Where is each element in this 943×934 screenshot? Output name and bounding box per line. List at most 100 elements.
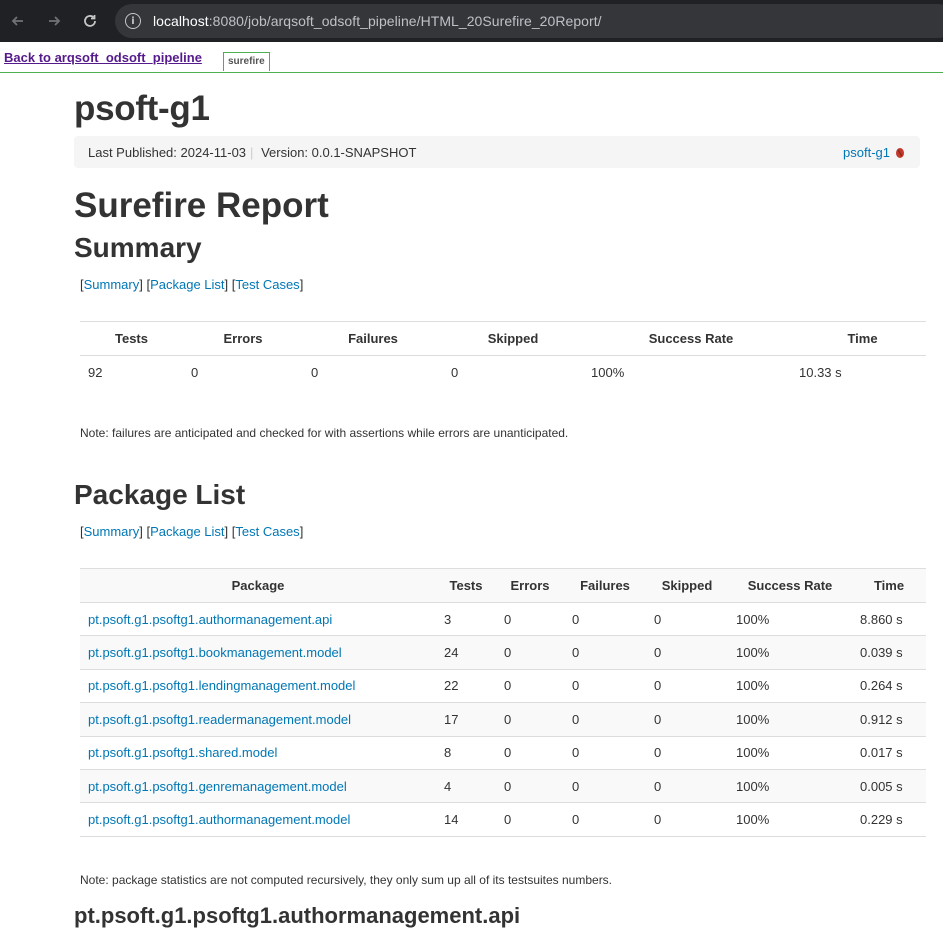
- failures-cell: 0: [564, 802, 646, 837]
- summary-success-rate-value: 100%: [591, 364, 625, 380]
- anchor-test-cases-link[interactable]: Test Cases: [235, 524, 299, 539]
- package-link[interactable]: pt.psoft.g1.psoftg1.authormanagement.api: [88, 612, 332, 627]
- maven-feather-icon: [896, 147, 904, 158]
- summary-col-time: Time: [799, 321, 926, 356]
- package-link[interactable]: pt.psoft.g1.psoftg1.readermanagement.mod…: [88, 712, 351, 727]
- anchor-summary-link[interactable]: Summary: [84, 277, 140, 292]
- browser-toolbar: i localhost:8080/job/arqsoft_odsoft_pipe…: [0, 0, 943, 42]
- skipped-cell: 0: [646, 769, 728, 804]
- success-rate-cell: 100%: [728, 702, 852, 737]
- url-text[interactable]: localhost:8080/job/arqsoft_odsoft_pipeli…: [153, 13, 602, 29]
- summary-skipped-value: 0: [451, 364, 459, 380]
- package-name-cell: pt.psoft.g1.psoftg1.bookmanagement.model: [80, 635, 436, 670]
- back-to-pipeline-link[interactable]: Back to arqsoft_odsoft_pipeline: [4, 50, 202, 65]
- summary-anchor-links: [Summary] [Package List] [Test Cases]: [80, 277, 304, 292]
- url-host: localhost: [153, 13, 209, 29]
- reload-button[interactable]: [72, 0, 108, 42]
- package-col-tests: Tests: [436, 568, 496, 603]
- skipped-cell: 0: [646, 635, 728, 670]
- publish-info-bar: Last Published: 2024-11-03 | Version: 0.0…: [74, 136, 920, 168]
- last-published: Last Published: 2024-11-03: [88, 145, 247, 160]
- forward-arrow-icon: [49, 16, 61, 26]
- tests-cell: 8: [436, 736, 496, 770]
- failures-note: Note: failures are anticipated and check…: [80, 426, 569, 440]
- address-bar[interactable]: i localhost:8080/job/arqsoft_odsoft_pipe…: [115, 4, 943, 38]
- success-rate-cell: 100%: [728, 602, 852, 637]
- skipped-cell: 0: [646, 669, 728, 704]
- package-table: Package Tests Errors Failures Skipped Su…: [80, 568, 926, 837]
- package-col-failures: Failures: [564, 568, 646, 603]
- package-name-cell: pt.psoft.g1.psoftg1.authormanagement.api: [80, 602, 436, 637]
- table-row: pt.psoft.g1.psoftg1.authormanagement.mod…: [80, 802, 926, 837]
- table-row: pt.psoft.g1.psoftg1.readermanagement.mod…: [80, 702, 926, 737]
- separator: |: [250, 145, 254, 160]
- errors-cell: 0: [496, 669, 564, 704]
- package-name-cell: pt.psoft.g1.psoftg1.readermanagement.mod…: [80, 702, 436, 737]
- package-link[interactable]: pt.psoft.g1.psoftg1.bookmanagement.model: [88, 645, 342, 660]
- tests-cell: 14: [436, 802, 496, 837]
- failures-cell: 0: [564, 669, 646, 704]
- summary-tests-value: 92: [88, 364, 103, 380]
- success-rate-cell: 100%: [728, 769, 852, 804]
- success-rate-cell: 100%: [728, 669, 852, 704]
- skipped-cell: 0: [646, 736, 728, 770]
- back-arrow-icon: [11, 16, 23, 26]
- errors-cell: 0: [496, 702, 564, 737]
- package-link[interactable]: pt.psoft.g1.psoftg1.authormanagement.mod…: [88, 812, 350, 827]
- tests-cell: 24: [436, 635, 496, 670]
- table-row: pt.psoft.g1.psoftg1.genremanagement.mode…: [80, 769, 926, 804]
- package-link[interactable]: pt.psoft.g1.psoftg1.genremanagement.mode…: [88, 779, 347, 794]
- project-link[interactable]: psoft-g1: [843, 145, 890, 160]
- back-button[interactable]: [0, 0, 36, 42]
- failures-cell: 0: [564, 769, 646, 804]
- time-cell: 0.264 s: [852, 669, 926, 704]
- package-link[interactable]: pt.psoft.g1.psoftg1.shared.model: [88, 745, 277, 760]
- time-cell: 0.229 s: [852, 802, 926, 837]
- package-col-time: Time: [852, 568, 926, 603]
- version-info: Version: 0.0.1-SNAPSHOT: [261, 145, 417, 160]
- package-name-cell: pt.psoft.g1.psoftg1.shared.model: [80, 736, 436, 770]
- publish-info: Last Published: 2024-11-03 | Version: 0.0…: [88, 145, 416, 160]
- forward-button[interactable]: [36, 0, 72, 42]
- package-col-errors: Errors: [496, 568, 564, 603]
- package-col-success-rate: Success Rate: [728, 568, 852, 603]
- project-title: psoft-g1: [74, 89, 210, 128]
- tests-cell: 22: [436, 669, 496, 704]
- skipped-cell: 0: [646, 802, 728, 837]
- skipped-cell: 0: [646, 702, 728, 737]
- package-name-cell: pt.psoft.g1.psoftg1.lendingmanagement.mo…: [80, 669, 436, 704]
- package-header-row: Package Tests Errors Failures Skipped Su…: [80, 568, 926, 603]
- summary-data-row: 92 0 0 0 100% 10.33 s: [80, 356, 926, 389]
- jenkins-report-header: Back to arqsoft_odsoft_pipeline surefire: [0, 42, 943, 73]
- tab-surefire[interactable]: surefire: [223, 52, 270, 71]
- failures-cell: 0: [564, 702, 646, 737]
- anchor-package-list-link[interactable]: Package List: [150, 524, 224, 539]
- success-rate-cell: 100%: [728, 802, 852, 837]
- table-row: pt.psoft.g1.psoftg1.shared.model 8 0 0 0…: [80, 736, 926, 770]
- package-section-heading: pt.psoft.g1.psoftg1.authormanagement.api: [74, 903, 521, 928]
- table-row: pt.psoft.g1.psoftg1.bookmanagement.model…: [80, 635, 926, 670]
- time-cell: 8.860 s: [852, 602, 926, 637]
- failures-cell: 0: [564, 602, 646, 637]
- errors-cell: 0: [496, 736, 564, 770]
- package-link[interactable]: pt.psoft.g1.psoftg1.lendingmanagement.mo…: [88, 678, 355, 693]
- summary-time-value: 10.33 s: [799, 364, 842, 380]
- anchor-test-cases-link[interactable]: Test Cases: [235, 277, 299, 292]
- success-rate-cell: 100%: [728, 736, 852, 770]
- summary-errors-value: 0: [191, 364, 199, 380]
- tests-cell: 3: [436, 602, 496, 637]
- errors-cell: 0: [496, 602, 564, 637]
- tests-cell: 4: [436, 769, 496, 804]
- info-icon[interactable]: i: [125, 13, 141, 29]
- project-link-group[interactable]: psoft-g1: [843, 145, 906, 160]
- package-name-cell: pt.psoft.g1.psoftg1.authormanagement.mod…: [80, 802, 436, 837]
- anchor-summary-link[interactable]: Summary: [84, 524, 140, 539]
- summary-heading: Summary: [74, 232, 202, 263]
- failures-cell: 0: [564, 736, 646, 770]
- success-rate-cell: 100%: [728, 635, 852, 670]
- errors-cell: 0: [496, 802, 564, 837]
- anchor-package-list-link[interactable]: Package List: [150, 277, 224, 292]
- package-col-skipped: Skipped: [646, 568, 728, 603]
- time-cell: 0.912 s: [852, 702, 926, 737]
- errors-cell: 0: [496, 635, 564, 670]
